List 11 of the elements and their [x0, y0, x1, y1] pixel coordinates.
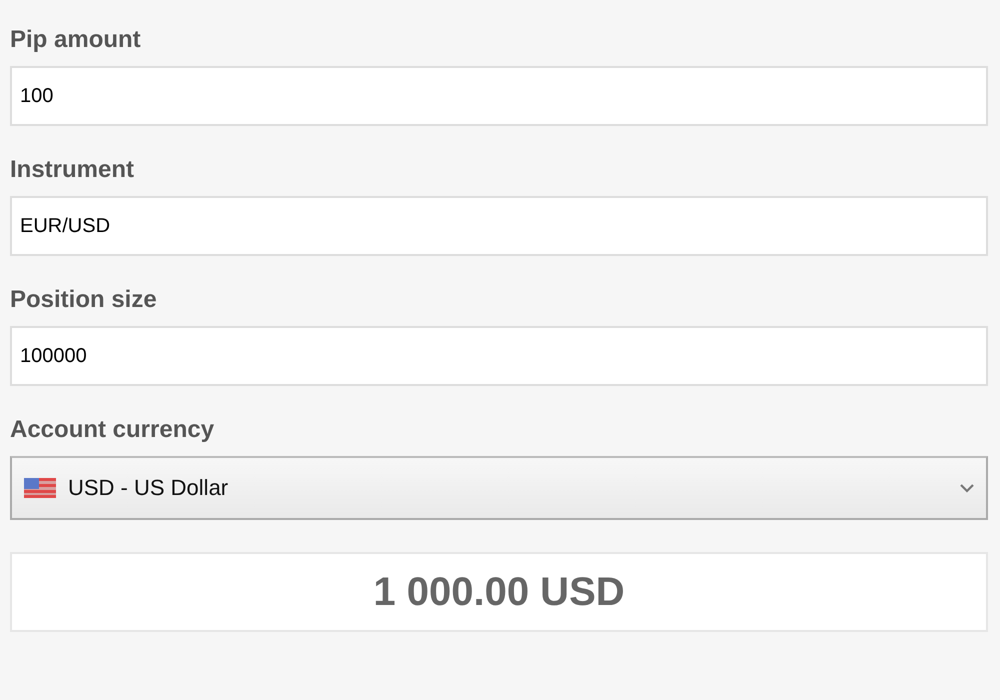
input-field[interactable]: 100000 [10, 326, 988, 386]
field-label: Pip amount [10, 25, 141, 55]
flag-icon [24, 478, 56, 498]
chevron-down-icon [960, 484, 974, 492]
input-field[interactable]: EUR/USD [10, 196, 988, 256]
result-value: 1 000.00 USD [373, 570, 625, 614]
field-label: Instrument [10, 155, 134, 185]
input-field[interactable]: 100 [10, 66, 988, 126]
field-label: Account currency [10, 415, 214, 445]
field-label: Position size [10, 285, 157, 315]
currency-dropdown[interactable]: USD - US Dollar [10, 456, 988, 520]
